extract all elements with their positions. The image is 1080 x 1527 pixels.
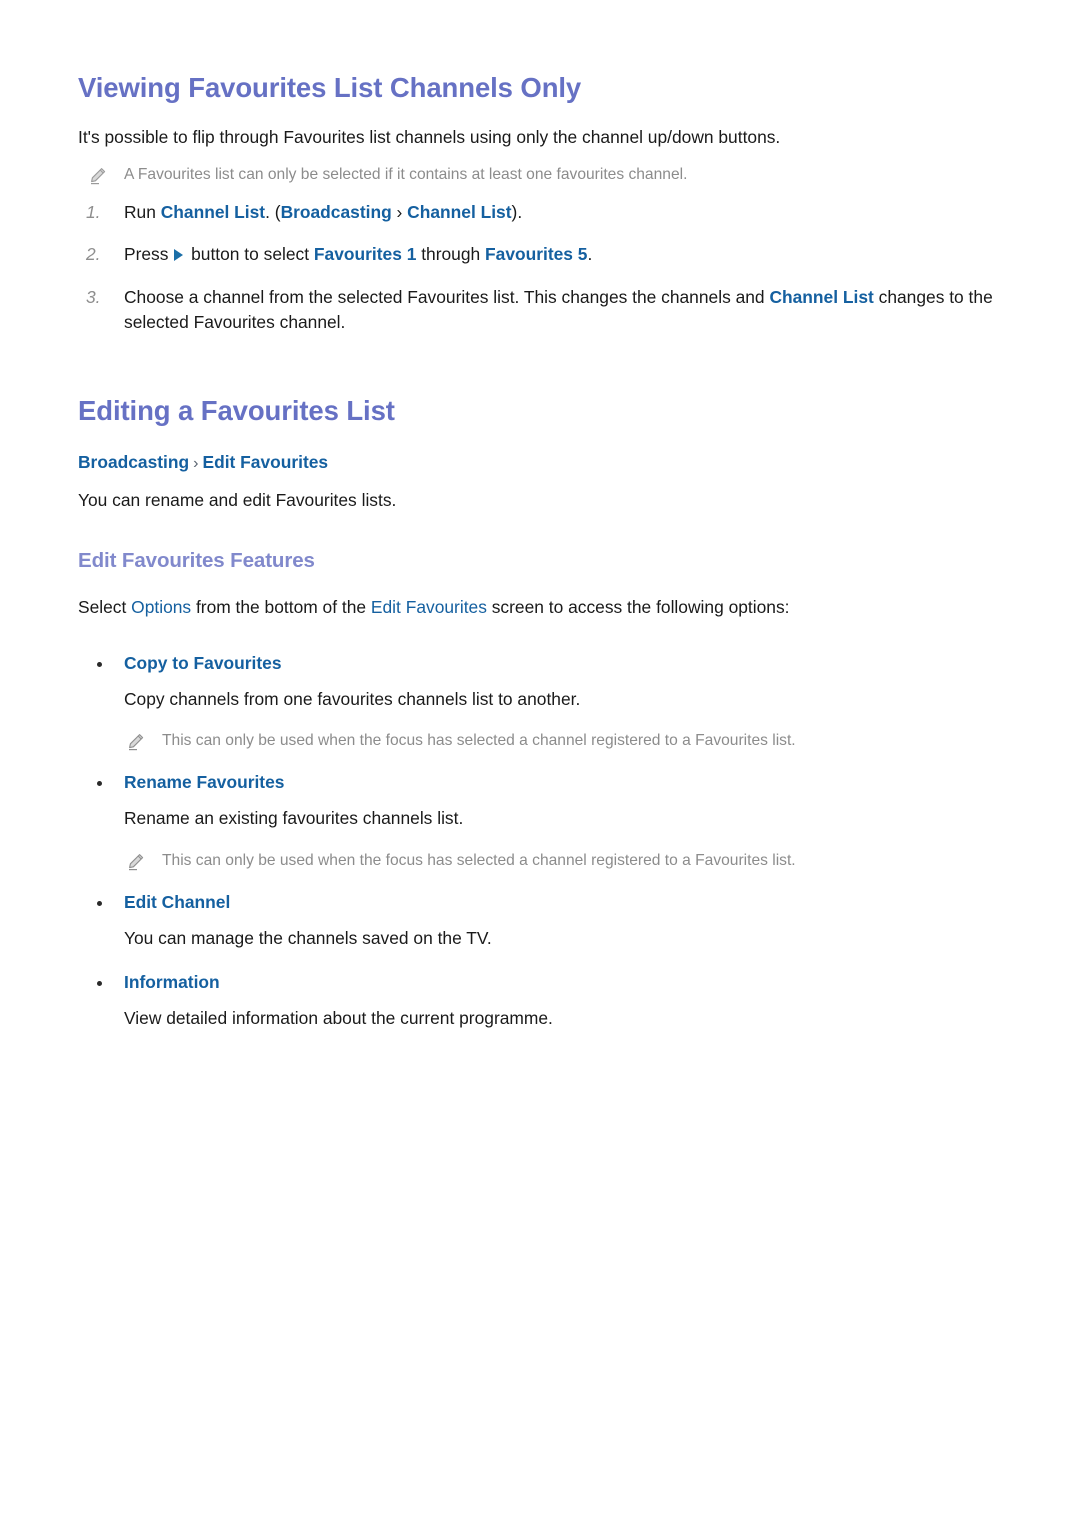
list-item: 1. Run Channel List. (Broadcasting › Cha…	[78, 200, 1002, 225]
step-text: Run Channel List. (Broadcasting › Channe…	[124, 201, 523, 222]
link-favourites-1[interactable]: Favourites 1	[314, 244, 416, 264]
page-title-editing-favourites: Editing a Favourites List	[78, 394, 395, 426]
link-edit-favourites[interactable]: Edit Favourites	[371, 597, 487, 617]
option-description: Rename an existing favourites channels l…	[124, 808, 464, 829]
section-description: You can rename and edit Favourites lists…	[78, 489, 397, 510]
pencil-icon	[88, 166, 108, 186]
note-row: This can only be used when the focus has…	[78, 711, 1002, 751]
option-description: You can manage the channels saved on the…	[124, 928, 492, 949]
option-label-copy-to-favourites[interactable]: Copy to Favourites	[124, 653, 282, 673]
step-number: 1.	[86, 201, 101, 222]
bullet-dot-icon	[97, 901, 102, 907]
options-bullet-list: Copy to Favourites Copy channels from on…	[78, 620, 1002, 1030]
chevron-right-icon: ›	[193, 454, 199, 472]
list-item: Rename Favourites	[78, 772, 1002, 793]
bullet-dot-icon	[97, 980, 102, 986]
note-text: A Favourites list can only be selected i…	[124, 166, 688, 184]
page-title-viewing-favourites: Viewing Favourites List Channels Only	[78, 72, 582, 103]
list-item: Copy to Favourites	[78, 653, 1002, 674]
chevron-right-icon: ›	[391, 201, 408, 222]
breadcrumb: Broadcasting › Edit Favourites	[78, 427, 1002, 473]
list-item: 2. Press button to select Favourites 1 t…	[78, 242, 1002, 267]
link-broadcasting[interactable]: Broadcasting	[281, 202, 392, 222]
note-row: This can only be used when the focus has…	[78, 831, 1002, 871]
step-text: Press button to select Favourites 1 thro…	[124, 244, 593, 265]
step-text: Choose a channel from the selected Favou…	[124, 287, 993, 332]
options-lead-paragraph: Select Options from the bottom of the Ed…	[78, 597, 790, 618]
triangle-right-icon	[174, 249, 184, 262]
pencil-icon	[126, 732, 146, 752]
step-number: 2.	[86, 244, 101, 265]
option-description: View detailed information about the curr…	[124, 1007, 553, 1028]
breadcrumb-item-edit-favourites[interactable]: Edit Favourites	[202, 452, 328, 472]
link-channel-list-3[interactable]: Channel List	[769, 287, 873, 307]
pencil-icon	[126, 852, 146, 872]
note-text: This can only be used when the focus has…	[162, 851, 796, 869]
link-channel-list[interactable]: Channel List	[161, 202, 265, 222]
option-label-rename-favourites[interactable]: Rename Favourites	[124, 772, 284, 792]
note-text: This can only be used when the focus has…	[162, 732, 796, 750]
note-row: A Favourites list can only be selected i…	[78, 149, 1002, 185]
bullet-dot-icon	[97, 781, 102, 787]
link-options[interactable]: Options	[131, 597, 191, 617]
list-item: Information	[78, 972, 1002, 993]
subheading-edit-favourites-features: Edit Favourites Features	[78, 549, 315, 573]
option-label-edit-channel[interactable]: Edit Channel	[124, 892, 230, 912]
document-page: Viewing Favourites List Channels Only It…	[0, 0, 1080, 1527]
option-label-information[interactable]: Information	[124, 972, 220, 992]
ordered-steps-list: 1. Run Channel List. (Broadcasting › Cha…	[78, 186, 1002, 335]
link-favourites-5[interactable]: Favourites 5	[485, 244, 587, 264]
list-item: 3. Choose a channel from the selected Fa…	[78, 285, 1002, 334]
link-channel-list-2[interactable]: Channel List	[407, 202, 511, 222]
list-item: Edit Channel	[78, 892, 1002, 913]
bullet-dot-icon	[97, 661, 102, 667]
step-number: 3.	[86, 287, 101, 308]
intro-paragraph: It's possible to flip through Favourites…	[78, 127, 781, 147]
breadcrumb-item-broadcasting[interactable]: Broadcasting	[78, 452, 189, 472]
option-description: Copy channels from one favourites channe…	[124, 688, 581, 709]
